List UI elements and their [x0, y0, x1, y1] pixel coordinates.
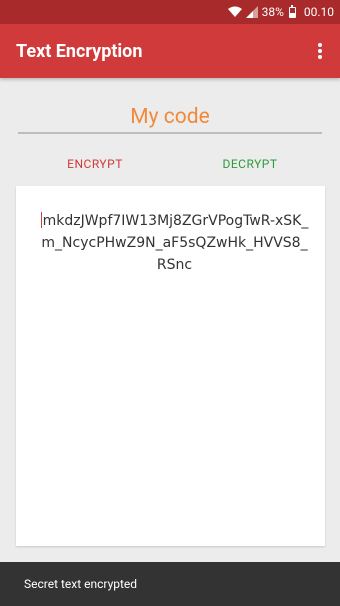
text-card[interactable]: mkdzJWpf7IW13Mj8ZGrVPogTwR-xSK_m_NcycPHw… — [16, 186, 325, 546]
snackbar-message: Secret text encrypted — [24, 577, 138, 591]
text-cursor — [40, 212, 42, 228]
text-area[interactable]: mkdzJWpf7IW13Mj8ZGrVPogTwR-xSK_m_NcycPHw… — [38, 210, 311, 276]
status-bar: 38% 00.10 — [0, 0, 340, 24]
signal-icon — [245, 6, 258, 18]
decrypt-button[interactable]: DECRYPT — [195, 154, 305, 174]
app-bar: Text Encryption — [0, 24, 340, 78]
battery-icon — [288, 4, 296, 18]
app-title: Text Encryption — [16, 40, 143, 62]
clock: 00.10 — [303, 5, 334, 19]
encrypted-text: mkdzJWpf7IW13Mj8ZGrVPogTwR-xSK_m_NcycPHw… — [41, 213, 309, 273]
snackbar: Secret text encrypted — [0, 562, 340, 606]
wifi-icon — [227, 6, 242, 18]
key-input[interactable] — [18, 102, 322, 134]
encrypt-button[interactable]: ENCRYPT — [40, 154, 150, 174]
battery-percent: 38% — [261, 5, 284, 19]
overflow-menu-icon[interactable] — [314, 41, 326, 61]
